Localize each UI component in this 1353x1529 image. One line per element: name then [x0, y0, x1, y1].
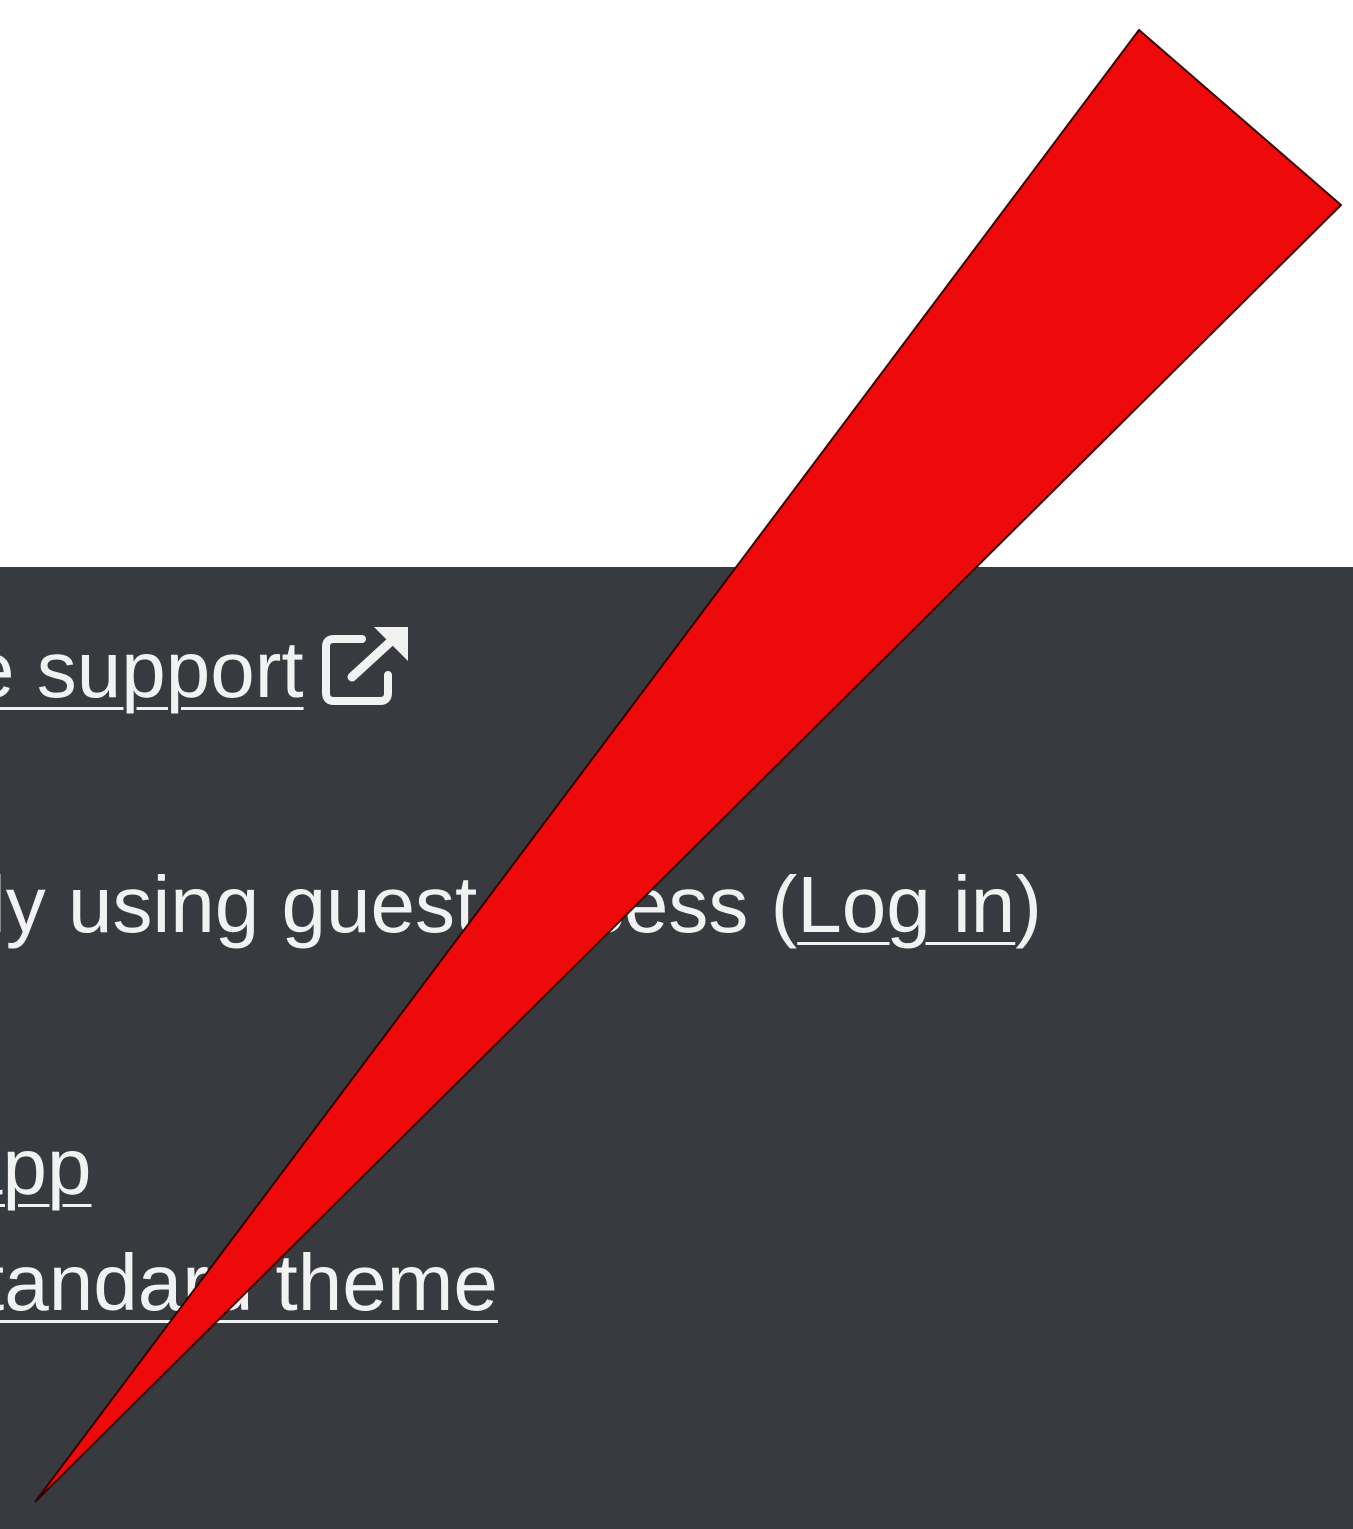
page: e support ly using guest access (Log in)… — [0, 0, 1353, 1529]
external-link-icon — [321, 625, 412, 705]
support-link[interactable]: e support — [0, 625, 304, 714]
blank-content-area — [0, 0, 1353, 567]
get-app-link[interactable]: app — [0, 1122, 91, 1211]
guest-text-before: ly using gues — [0, 860, 455, 949]
guest-access-line: ly using guest access (Log in) — [0, 865, 1042, 945]
login-link[interactable]: Log in — [797, 860, 1015, 949]
standard-theme-link[interactable]: tandard theme — [0, 1238, 498, 1327]
guest-text-after: cess ( — [583, 860, 798, 949]
app-line: app — [0, 1127, 91, 1207]
guest-text-close: ) — [1015, 860, 1042, 949]
theme-line: tandard theme — [0, 1243, 498, 1323]
support-line: e support — [0, 625, 412, 710]
guest-text-hidden: t ac — [454, 860, 584, 949]
